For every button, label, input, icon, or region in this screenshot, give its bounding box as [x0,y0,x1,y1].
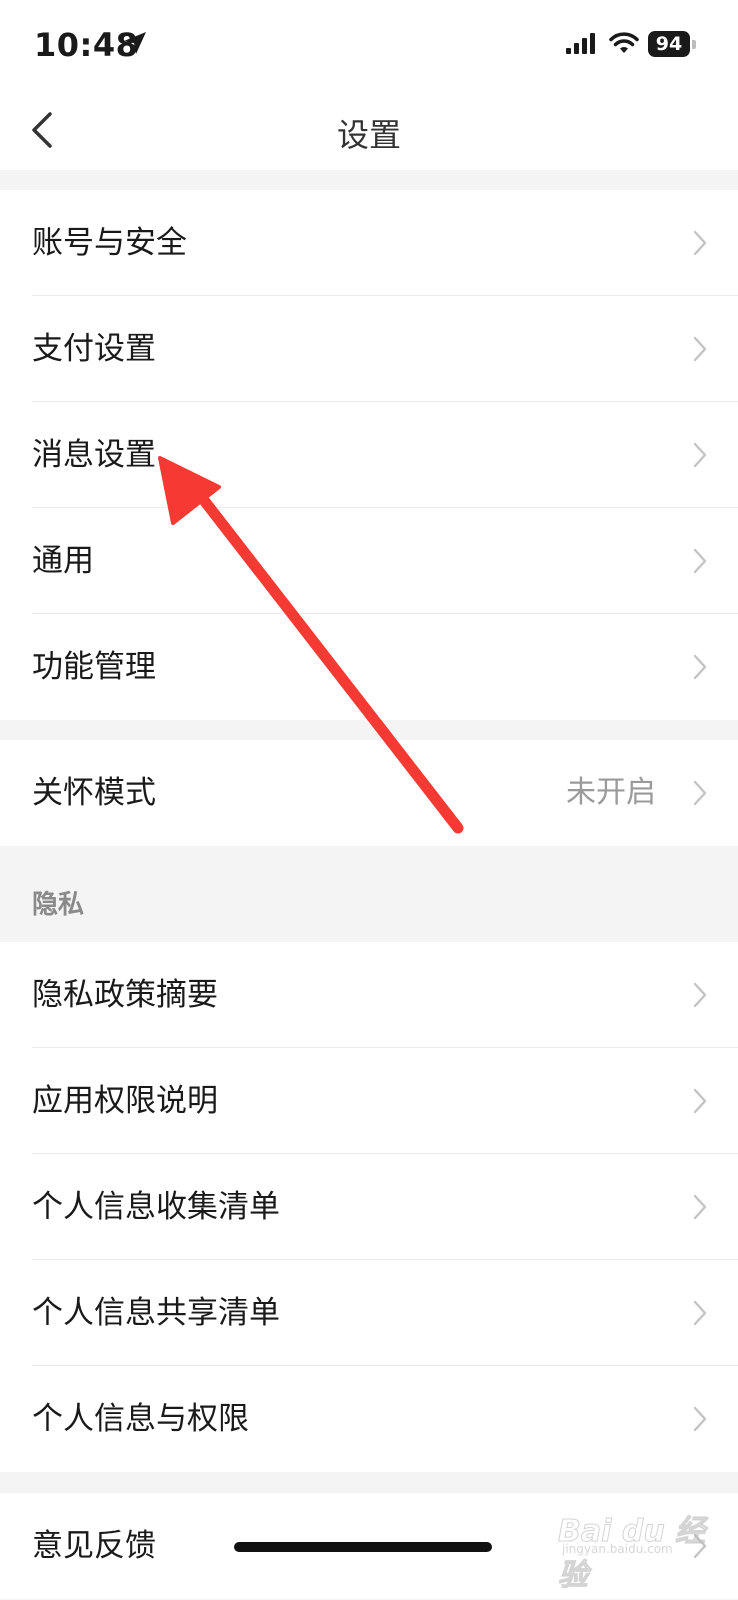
chevron-right-icon [693,780,707,806]
settings-item-label: 账号与安全 [32,225,187,261]
chevron-right-icon [693,548,707,574]
battery-icon: 94 [648,31,696,57]
chevron-right-icon [693,1194,707,1220]
nav-bar: 设置 [0,92,738,170]
settings-item-label: 通用 [32,543,94,579]
status-bar: 10:48 94 [0,0,738,92]
settings-item-label: 个人信息与权限 [32,1401,249,1437]
settings-item-label: 关怀模式 [32,775,156,811]
settings-item-label: 支付设置 [32,331,156,367]
wifi-icon [609,32,639,53]
settings-item-label: 个人信息收集清单 [32,1189,280,1225]
care-mode-status: 未开启 [566,775,656,810]
settings-item-label: 意见反馈 [32,1528,156,1564]
settings-item-privacy-summary[interactable]: 隐私政策摘要 [0,942,738,1048]
signal-icon [566,33,595,54]
settings-group-privacy: 隐私政策摘要 应用权限说明 个人信息收集清单 个人信息共享清单 个人信息与权限 [0,942,738,1472]
settings-item-info-sharing[interactable]: 个人信息共享清单 [0,1260,738,1366]
settings-item-feature-management[interactable]: 功能管理 [0,614,738,720]
section-title: 隐私 [32,890,85,920]
chevron-right-icon [693,982,707,1008]
chevron-right-icon [693,442,707,468]
settings-item-account-security[interactable]: 账号与安全 [0,190,738,296]
chevron-right-icon [693,336,707,362]
battery-level: 94 [648,31,690,57]
settings-item-payment[interactable]: 支付设置 [0,296,738,402]
settings-item-message[interactable]: 消息设置 [0,402,738,508]
chevron-right-icon [693,230,707,256]
page-title: 设置 [336,116,401,154]
settings-item-label: 个人信息共享清单 [32,1295,280,1331]
settings-group-main: 账号与安全 支付设置 消息设置 通用 功能管理 [0,190,738,720]
battery-tip [692,40,696,49]
settings-item-care-mode[interactable]: 关怀模式 未开启 [0,740,738,846]
home-indicator [234,1542,492,1552]
chevron-right-icon [693,654,707,680]
chevron-right-icon [693,1300,707,1326]
chevron-right-icon [693,1406,707,1432]
watermark-sub: jingyan.baidu.com [562,1542,673,1556]
settings-item-app-permissions[interactable]: 应用权限说明 [0,1048,738,1154]
settings-item-label: 隐私政策摘要 [32,977,218,1013]
settings-item-general[interactable]: 通用 [0,508,738,614]
location-arrow-icon [124,32,146,54]
section-header-privacy: 隐私 [0,846,738,942]
baidu-jingyan-watermark: Bai du 经验 jingyan.baidu.com [558,1498,734,1594]
settings-item-label: 功能管理 [32,649,156,685]
settings-item-label: 应用权限说明 [32,1083,218,1119]
settings-item-info-collection[interactable]: 个人信息收集清单 [0,1154,738,1260]
settings-item-info-permissions[interactable]: 个人信息与权限 [0,1366,738,1472]
settings-group-care: 关怀模式 未开启 [0,740,738,846]
chevron-right-icon [693,1088,707,1114]
settings-item-label: 消息设置 [32,437,156,473]
